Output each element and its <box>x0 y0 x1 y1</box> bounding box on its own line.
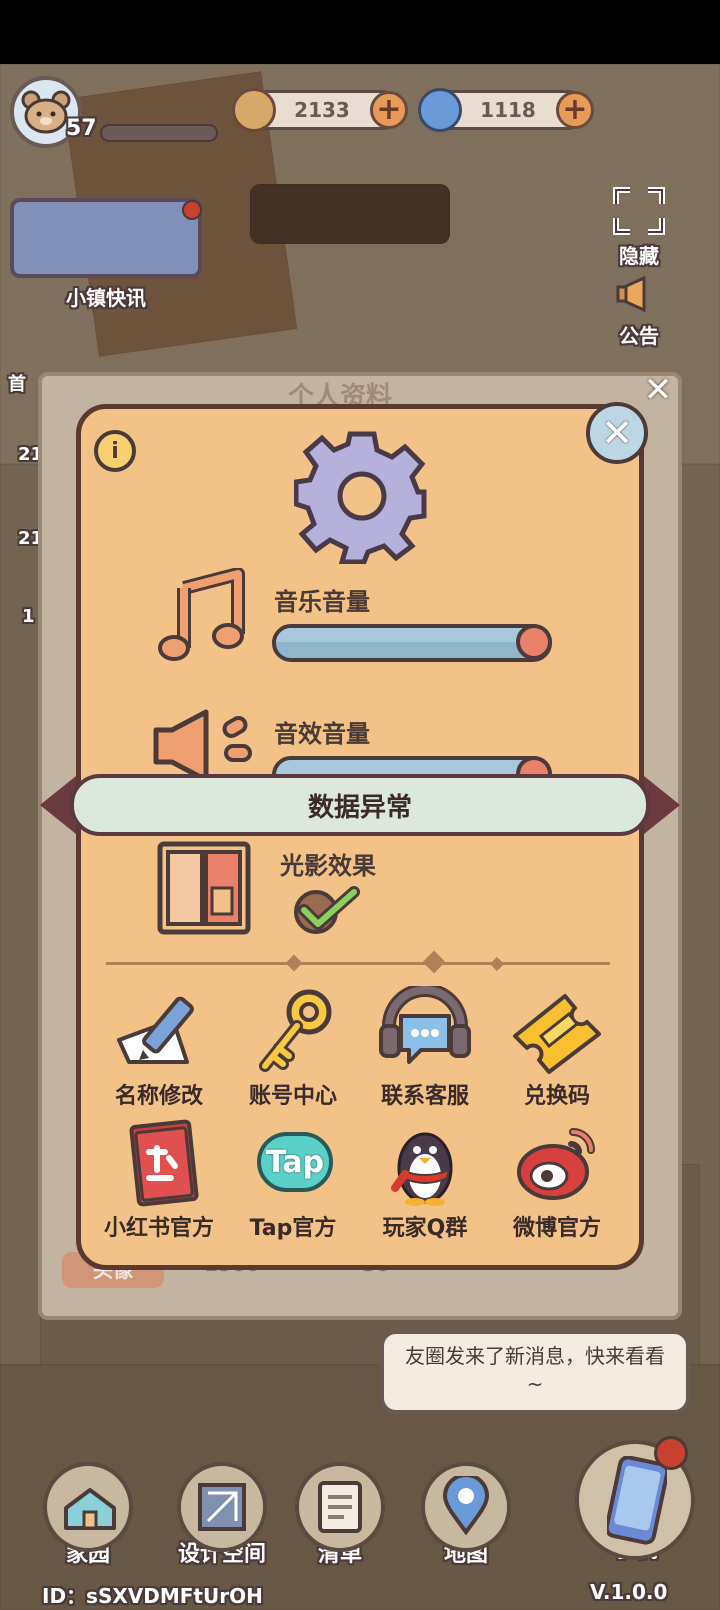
redeem-code-label: 兑换码 <box>523 1084 590 1109</box>
swirl-icon <box>418 88 462 132</box>
tap-icon: Tap <box>257 1132 333 1192</box>
info-button[interactable]: i <box>94 430 136 472</box>
red-book-icon <box>129 1119 199 1207</box>
hide-button[interactable]: 隐藏 <box>606 186 672 268</box>
nav-list[interactable]: 清单 <box>290 1462 390 1568</box>
map-pin-icon <box>442 1476 490 1536</box>
music-note-icon <box>158 568 245 661</box>
music-volume-label: 音乐音量 <box>274 588 370 616</box>
megaphone-icon <box>616 275 646 313</box>
checkmark-icon <box>294 886 360 934</box>
tap-official-label: Tap官方 <box>249 1216 337 1241</box>
contact-support-button[interactable]: 联系客服 <box>360 983 490 1110</box>
qq-group-label: 玩家Q群 <box>382 1216 468 1241</box>
hide-label: 隐藏 <box>619 244 659 268</box>
weibo-official-label: 微博官方 <box>512 1216 601 1241</box>
coin-counter: 2133 + <box>232 88 408 132</box>
account-center-label: 账号中心 <box>248 1084 337 1109</box>
notification-dot <box>182 200 202 220</box>
house-icon <box>64 1488 116 1530</box>
redeem-code-button[interactable]: 兑换码 <box>492 986 622 1110</box>
list-icon <box>318 1481 362 1533</box>
phone-notification-dot <box>654 1436 688 1470</box>
profile-close-button[interactable]: ✕ <box>640 370 676 410</box>
nav-design-space[interactable]: 设计空间 <box>166 1462 278 1568</box>
xiaohongshu-button[interactable]: 小红书官方 <box>94 1118 224 1242</box>
data-error-text: 数据异常 <box>307 792 412 823</box>
nav-home[interactable]: 家园 <box>38 1462 138 1568</box>
bear-icon <box>21 90 71 134</box>
contact-support-label: 联系客服 <box>380 1084 469 1109</box>
xiaohongshu-label: 小红书官方 <box>103 1216 214 1241</box>
divider <box>106 962 610 965</box>
rename-button[interactable]: 名称修改 <box>94 986 224 1110</box>
gem-counter: 1118 + <box>418 88 594 132</box>
coin-icon <box>232 88 276 132</box>
player-id: ID：sSXVDMFtUrOH <box>42 1584 263 1608</box>
qq-group-button[interactable]: 玩家Q群 <box>360 1118 490 1242</box>
add-gems-button[interactable]: + <box>556 91 594 129</box>
music-slider-knob[interactable] <box>516 624 552 660</box>
fullscreen-icon <box>613 187 665 235</box>
phone-icon <box>607 1456 667 1545</box>
notice-label: 公告 <box>619 324 659 348</box>
weibo-official-button[interactable]: 微博官方 <box>492 1118 622 1242</box>
side-num-3: 1 <box>22 606 35 627</box>
news-label: 小镇快讯 <box>66 286 146 310</box>
news-banner[interactable] <box>10 198 202 278</box>
exp-bar <box>100 124 218 142</box>
first-label: 首 <box>8 374 26 395</box>
sfx-volume-label: 音效音量 <box>274 720 370 748</box>
notice-button[interactable]: 公告 <box>606 272 672 352</box>
tap-official-button[interactable]: Tap Tap官方 <box>228 1118 358 1242</box>
light-effect-checkbox[interactable] <box>290 884 362 936</box>
coin-value: 2133 <box>294 98 350 122</box>
music-volume-slider[interactable] <box>272 620 564 668</box>
window-icon <box>157 841 251 935</box>
gem-value: 1118 <box>480 98 536 122</box>
account-center-button[interactable]: 账号中心 <box>228 986 358 1110</box>
nav-phone[interactable]: 手机 <box>570 1436 700 1564</box>
message-bubble-text: 友圈发来了新消息，快来看看~ <box>405 1344 665 1396</box>
player-level: 57 <box>66 116 97 141</box>
key-icon <box>259 989 332 1072</box>
settings-close-button[interactable]: ✕ <box>586 402 648 464</box>
blueprint-icon <box>198 1483 246 1531</box>
message-bubble[interactable]: 友圈发来了新消息，快来看看~ <box>380 1330 690 1414</box>
light-effect-label: 光影效果 <box>280 852 376 880</box>
penguin-icon <box>391 1132 453 1206</box>
pencil-icon <box>117 996 194 1064</box>
tap-icon-text: Tap <box>265 1144 325 1180</box>
add-coins-button[interactable]: + <box>370 91 408 129</box>
data-error-banner: 数据异常 <box>70 774 650 836</box>
gear-icon <box>294 431 427 564</box>
headset-icon <box>379 983 471 1064</box>
nav-map[interactable]: 地图 <box>416 1462 516 1568</box>
ticket-icon <box>513 994 601 1074</box>
weibo-icon <box>517 1128 595 1200</box>
info-icon: i <box>111 438 119 464</box>
rename-label: 名称修改 <box>114 1084 203 1109</box>
version-label: V.1.0.0 <box>590 1580 668 1604</box>
